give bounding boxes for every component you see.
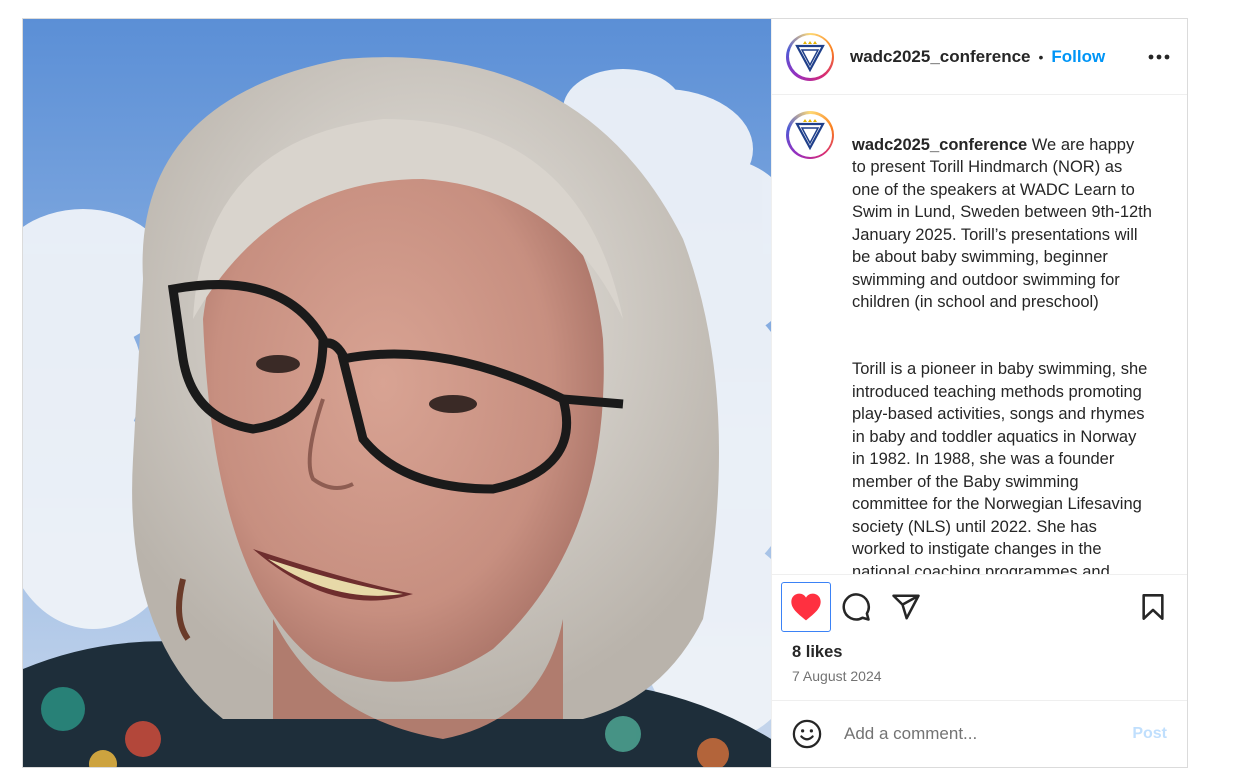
share-icon bbox=[892, 594, 920, 620]
post-photo[interactable] bbox=[23, 19, 771, 767]
post-side-panel: wadc2025_conference • Follow wadc2025_co… bbox=[771, 19, 1187, 767]
like-button[interactable] bbox=[781, 582, 831, 632]
portrait-photo bbox=[23, 19, 771, 767]
post-comment-button[interactable]: Post bbox=[1132, 725, 1167, 743]
emoji-icon bbox=[792, 719, 822, 749]
header-separator: • bbox=[1038, 48, 1044, 65]
comment-input[interactable] bbox=[842, 723, 1133, 745]
follow-button[interactable]: Follow bbox=[1051, 47, 1105, 67]
bookmark-icon bbox=[1142, 594, 1164, 620]
avatar-logo bbox=[788, 35, 832, 78]
caption-paragraph-1: We are happy to present Torill Hindmarch… bbox=[852, 135, 1152, 312]
caption-scroll-area[interactable]: wadc2025_conference We are happy to pres… bbox=[772, 95, 1187, 574]
likes-count[interactable]: 8 likes bbox=[772, 633, 1187, 662]
action-bar bbox=[772, 581, 1187, 633]
caption-username[interactable]: wadc2025_conference bbox=[852, 136, 1027, 154]
post-header: wadc2025_conference • Follow bbox=[772, 19, 1187, 95]
post-date[interactable]: 7 August 2024 bbox=[772, 662, 1187, 700]
wadc-logo-icon bbox=[795, 40, 825, 72]
more-horizontal-icon bbox=[1148, 54, 1170, 59]
instagram-post: wadc2025_conference • Follow wadc2025_co… bbox=[22, 18, 1188, 768]
more-options-button[interactable] bbox=[1145, 43, 1173, 71]
caption-avatar-logo bbox=[788, 113, 832, 157]
caption-paragraph-2: Torill is a pioneer in baby swimming, sh… bbox=[852, 360, 1148, 574]
header-username[interactable]: wadc2025_conference bbox=[850, 47, 1031, 67]
share-button[interactable] bbox=[881, 582, 931, 632]
caption-text: wadc2025_conference We are happy to pres… bbox=[852, 111, 1152, 575]
save-button[interactable] bbox=[1128, 582, 1178, 632]
comment-icon bbox=[842, 593, 870, 621]
heart-filled-icon bbox=[791, 593, 821, 621]
emoji-button[interactable] bbox=[792, 719, 822, 749]
comment-button[interactable] bbox=[831, 582, 881, 632]
wadc-logo-icon bbox=[795, 119, 825, 151]
caption-avatar[interactable] bbox=[786, 111, 834, 159]
comment-bar: Post bbox=[772, 700, 1187, 767]
actions-section: 8 likes 7 August 2024 bbox=[772, 574, 1187, 700]
profile-avatar[interactable] bbox=[786, 32, 834, 81]
